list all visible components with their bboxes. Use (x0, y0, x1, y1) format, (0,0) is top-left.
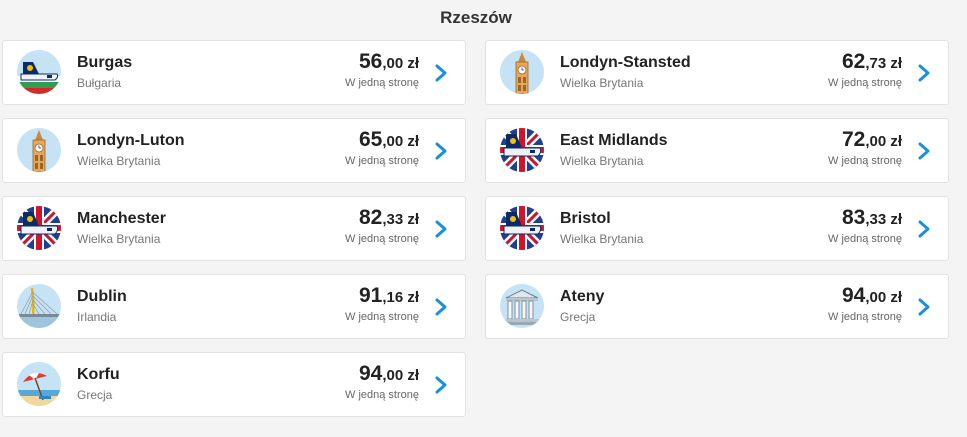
price-decimal: ,00 zł (865, 289, 902, 306)
price: 82,33 zł (359, 206, 419, 230)
beach-umbrella-icon (17, 362, 61, 406)
destination-city: Manchester (77, 210, 166, 227)
chevron-right-icon[interactable] (433, 376, 449, 394)
price-decimal: ,00 zł (382, 133, 419, 150)
chevron-right-icon[interactable] (916, 64, 932, 82)
price: 65,00 zł (359, 128, 419, 152)
destination-card[interactable]: Korfu Grecja 94,00 zł W jedną stronę (2, 352, 466, 417)
price-decimal: ,33 zł (865, 211, 902, 228)
destination-country: Wielka Brytania (77, 232, 161, 246)
destination-country: Wielka Brytania (560, 76, 644, 90)
destination-card[interactable]: Londyn-Stansted Wielka Brytania 62,73 zł… (485, 40, 949, 105)
one-way-label: W jedną stronę (345, 311, 419, 323)
destination-city: Dublin (77, 288, 127, 305)
destination-city: Londyn-Luton (77, 132, 185, 149)
big-ben-icon (500, 50, 544, 94)
destination-city: Ateny (560, 288, 605, 305)
one-way-label: W jedną stronę (345, 389, 419, 401)
price-integer: 65 (358, 128, 383, 151)
destination-city: Bristol (560, 210, 611, 227)
price: 94,00 zł (359, 362, 419, 386)
ryanair-plane-uk-flag-icon (500, 128, 544, 172)
price-decimal: ,00 zł (865, 133, 902, 150)
chevron-right-icon[interactable] (433, 64, 449, 82)
origin-title: Rzeszów (440, 8, 512, 27)
greek-temple-icon (500, 284, 544, 328)
chevron-right-icon[interactable] (433, 220, 449, 238)
price-decimal: ,73 zł (865, 55, 902, 72)
scrollbar[interactable] (952, 0, 967, 437)
big-ben-icon (17, 128, 61, 172)
price: 62,73 zł (842, 50, 902, 74)
price-integer: 56 (358, 50, 383, 73)
price-decimal: ,16 zł (382, 289, 419, 306)
destination-city: East Midlands (560, 132, 668, 149)
destination-country: Wielka Brytania (560, 232, 644, 246)
destination-card[interactable]: Dublin Irlandia 91,16 zł W jedną stronę (2, 274, 466, 339)
price-integer: 91 (358, 284, 383, 307)
one-way-label: W jedną stronę (828, 233, 902, 245)
destination-city: Burgas (77, 54, 133, 71)
destination-country: Grecja (560, 310, 596, 324)
one-way-label: W jedną stronę (828, 155, 902, 167)
price: 72,00 zł (842, 128, 902, 152)
chevron-right-icon[interactable] (916, 142, 932, 160)
price-decimal: ,00 zł (382, 55, 419, 72)
destination-card[interactable]: Burgas Bułgaria 56,00 zł W jedną stronę (2, 40, 466, 105)
one-way-label: W jedną stronę (828, 311, 902, 323)
one-way-label: W jedną stronę (828, 77, 902, 89)
price-integer: 82 (358, 206, 383, 229)
ryanair-plane-uk-flag-icon (500, 206, 544, 250)
price-integer: 62 (841, 50, 866, 73)
destination-card[interactable]: Ateny Grecja 94,00 zł W jedną stronę (485, 274, 949, 339)
samuel-beckett-bridge-icon (17, 284, 61, 328)
chevron-right-icon[interactable] (916, 298, 932, 316)
price-decimal: ,33 zł (382, 211, 419, 228)
price-integer: 83 (841, 206, 866, 229)
destination-card[interactable]: Manchester Wielka Brytania 82,33 zł W je… (2, 196, 466, 261)
destination-country: Wielka Brytania (77, 154, 161, 168)
destination-card[interactable]: East Midlands Wielka Brytania 72,00 zł W… (485, 118, 949, 183)
destination-country: Bułgaria (77, 76, 122, 90)
destination-city: Londyn-Stansted (560, 54, 691, 71)
price: 56,00 zł (359, 50, 419, 74)
chevron-right-icon[interactable] (916, 220, 932, 238)
destination-grid: Burgas Bułgaria 56,00 zł W jedną stronę … (2, 40, 949, 417)
chevron-right-icon[interactable] (433, 142, 449, 160)
price-integer: 94 (841, 284, 866, 307)
ryanair-plane-bulgaria-flag-icon (17, 50, 61, 94)
destination-card[interactable]: Bristol Wielka Brytania 83,33 zł W jedną… (485, 196, 949, 261)
price-decimal: ,00 zł (382, 367, 419, 384)
one-way-label: W jedną stronę (345, 233, 419, 245)
destination-card[interactable]: Londyn-Luton Wielka Brytania 65,00 zł W … (2, 118, 466, 183)
destination-country: Wielka Brytania (560, 154, 644, 168)
destination-country: Irlandia (77, 310, 117, 324)
ryanair-plane-uk-flag-icon (17, 206, 61, 250)
destination-country: Grecja (77, 388, 113, 402)
price-integer: 94 (358, 362, 383, 385)
one-way-label: W jedną stronę (345, 77, 419, 89)
price: 94,00 zł (842, 284, 902, 308)
chevron-right-icon[interactable] (433, 298, 449, 316)
one-way-label: W jedną stronę (345, 155, 419, 167)
price: 91,16 zł (359, 284, 419, 308)
destination-city: Korfu (77, 366, 120, 383)
price: 83,33 zł (842, 206, 902, 230)
price-integer: 72 (841, 128, 866, 151)
